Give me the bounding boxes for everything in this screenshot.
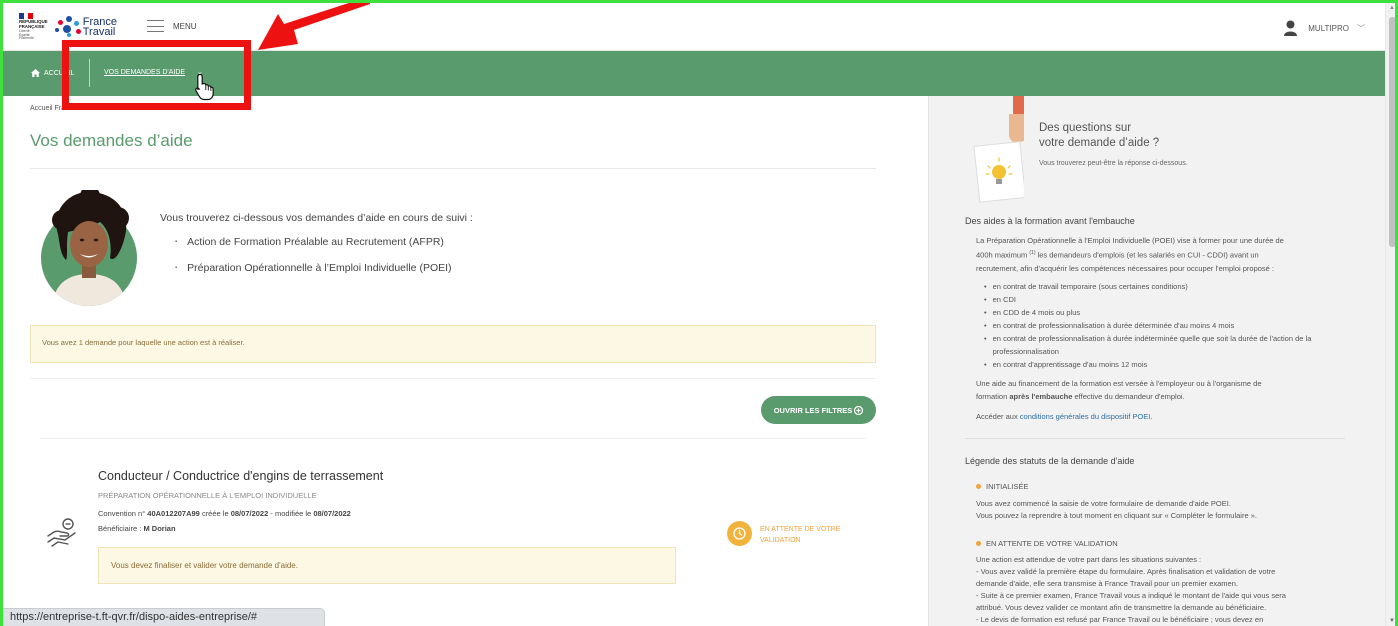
status-badge — [727, 521, 752, 546]
nav-link-vos-demandes-aide[interactable]: VOS DEMANDES D'AIDE — [104, 69, 185, 76]
scrollbar-thumb[interactable] — [1389, 17, 1396, 247]
lightbulb-note-illustration — [973, 96, 1024, 203]
home-icon — [31, 69, 40, 77]
menu-label: MENU — [173, 21, 197, 31]
list-item: en contrat d'apprentissage d'au moins 12… — [984, 358, 1334, 371]
breadcrumb[interactable]: Accueil France Travail — [30, 105, 99, 112]
status-legend-initialised-text: Vous avez commencé la saisie de votre fo… — [976, 499, 1257, 520]
aid-types-list: Action de Formation Préalable au Recrute… — [175, 236, 452, 288]
request-notice: Vous devez finaliser et valider votre de… — [98, 547, 676, 584]
divider — [30, 378, 876, 379]
france-travail-logo-icon — [55, 16, 81, 38]
top-header: RÉPUBLIQUE FRANÇAISE Liberté Égalité Fra… — [3, 3, 1385, 51]
funding-description: Une aide au financement de la formation … — [976, 379, 1262, 401]
status-legend-pending-validation: EN ATTENTE DE VOTRE VALIDATION — [976, 539, 1118, 548]
list-item: en CDI — [984, 293, 1334, 306]
section-title-pre-hiring-training: Des aides à la formation avant l'embauch… — [965, 216, 1135, 226]
poei-conditions-link[interactable]: conditions générales du dispositif POEI — [1020, 412, 1151, 421]
list-item: Préparation Opérationnelle à l’Emploi In… — [175, 262, 451, 288]
section-title-status-legend: Légende des statuts de la demande d'aide — [965, 456, 1135, 466]
status-legend-pending-validation-text: Une action est attendue de votre part da… — [976, 555, 1286, 624]
nav-home-link[interactable]: ACCUEIL — [31, 69, 74, 77]
scroll-down-arrow-icon[interactable]: ▼ — [1389, 618, 1395, 624]
access-conditions: Accéder aux conditions générales du disp… — [976, 412, 1153, 421]
france-travail-logo[interactable]: France Travail — [55, 14, 117, 40]
status-legend-initialised: INITIALISÉE — [976, 482, 1029, 491]
help-question-line1: Des questions sur — [1039, 122, 1132, 134]
request-type: PRÉPARATION OPÉRATIONNELLE À L'EMPLOI IN… — [98, 491, 317, 500]
list-item: en CDD de 4 mois ou plus — [984, 306, 1334, 319]
help-question-line2: votre demande d’aide ? — [1039, 137, 1160, 149]
list-item: en contrat de professionnalisation à dur… — [984, 332, 1334, 358]
divider — [30, 168, 876, 169]
avatar-illustration — [41, 190, 137, 306]
status-label: EN ATTENTE DE VOTRE VALIDATION — [760, 526, 841, 544]
page-scrollbar[interactable]: ▲ ▼ — [1385, 3, 1398, 626]
user-name: MULTIPRO — [1308, 23, 1349, 33]
divider — [40, 438, 866, 439]
divider — [965, 438, 1345, 439]
user-menu[interactable]: MULTIPRO ﹀ — [1284, 20, 1365, 36]
list-item: Action de Formation Préalable au Recrute… — [175, 236, 452, 262]
request-beneficiary: Bénéficiaire : M Dorian — [98, 524, 176, 533]
intro-text: Vous trouverez ci-dessous vos demandes d… — [160, 212, 473, 224]
plus-circle-icon — [854, 405, 864, 415]
open-filters-label: OUVRIR LES FILTRES — [773, 405, 853, 415]
help-sidebar: Des questions sur votre demande d’aide ?… — [928, 96, 1385, 626]
list-item: en contrat de travail temporaire (sous c… — [984, 280, 1334, 293]
chevron-down-icon: ﹀ — [1357, 23, 1365, 33]
help-question-subtitle: Vous trouverez peut-être la réponse ci-d… — [1039, 160, 1188, 167]
action-required-notice: Vous avez 1 demande pour laquelle une ac… — [30, 325, 876, 363]
request-convention: Convention n° 40A012207A99 créée le 08/0… — [98, 509, 351, 518]
page-title: Vos demandes d’aide — [30, 131, 193, 150]
clock-icon — [733, 527, 746, 540]
republique-francaise-logo: RÉPUBLIQUE FRANÇAISE Liberté Égalité Fra… — [19, 13, 48, 43]
list-item: en contrat de professionnalisation à dur… — [984, 319, 1334, 332]
poei-description: La Préparation Opérationnelle à l'Emploi… — [976, 236, 1284, 273]
scroll-up-arrow-icon[interactable]: ▲ — [1389, 5, 1395, 11]
user-icon — [1284, 20, 1298, 36]
request-title[interactable]: Conducteur / Conductrice d'engins de ter… — [98, 469, 383, 483]
contract-types-list: en contrat de travail temporaire (sous c… — [984, 280, 1334, 371]
open-filters-button[interactable]: OUVRIR LES FILTRES — [761, 396, 876, 424]
hand-coin-icon — [47, 518, 76, 547]
france-travail-wordmark: France Travail — [82, 16, 117, 38]
menu-button[interactable]: MENU — [147, 20, 197, 32]
hand-cursor-icon — [195, 73, 214, 101]
hamburger-icon — [147, 20, 164, 32]
browser-status-url: https://entreprise-t.ft-qvr.fr/dispo-aid… — [3, 608, 325, 626]
nav-separator — [89, 59, 90, 87]
